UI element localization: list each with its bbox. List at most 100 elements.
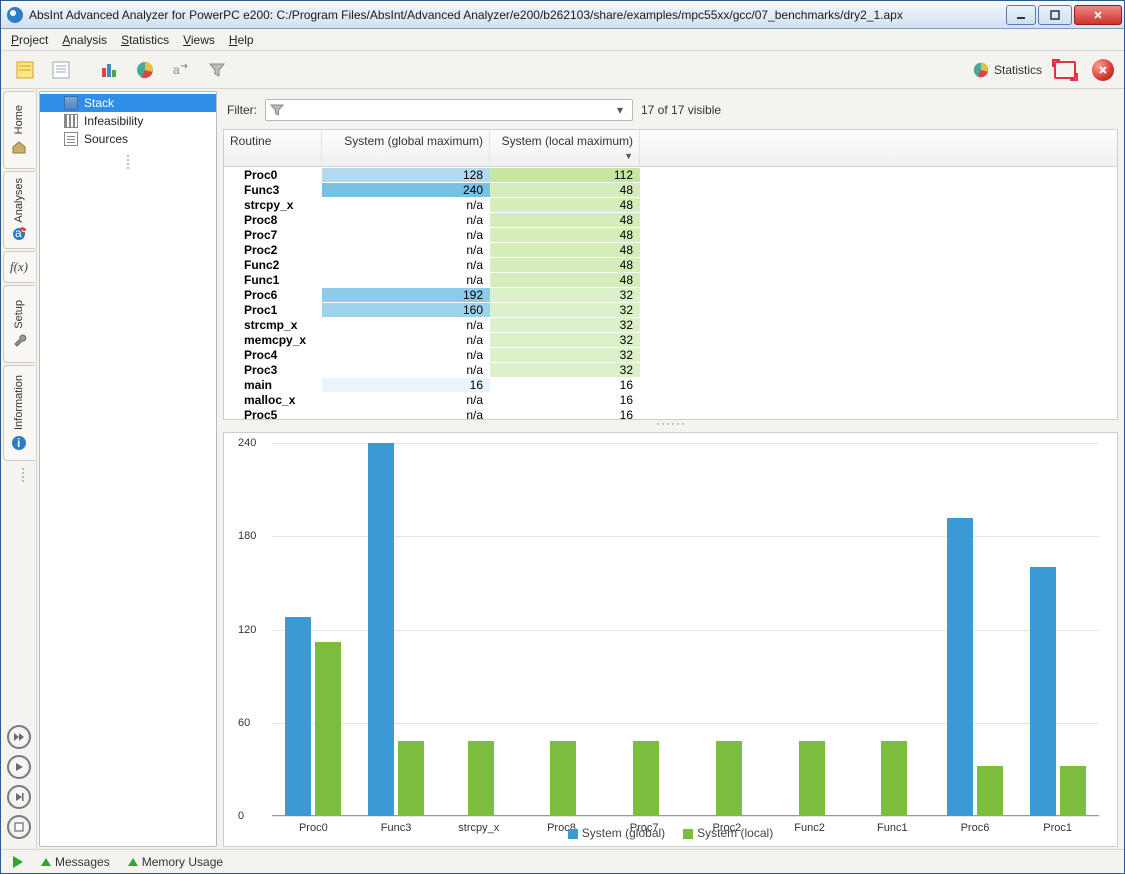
cell-routine: main — [224, 378, 322, 392]
col-sys-global[interactable]: System (global maximum) — [322, 130, 490, 166]
cell-global: 160 — [322, 303, 490, 317]
svg-text:i: i — [17, 436, 20, 450]
bar[interactable] — [947, 518, 973, 816]
bar[interactable] — [368, 443, 394, 816]
filter-dropdown-icon[interactable]: ▾ — [612, 103, 628, 117]
wrench-icon — [11, 332, 27, 348]
bar[interactable] — [977, 766, 1003, 816]
minimize-button[interactable] — [1006, 5, 1036, 25]
bar[interactable] — [1060, 766, 1086, 816]
menu-project[interactable]: Project — [11, 33, 48, 47]
bar[interactable] — [285, 617, 311, 816]
table-row[interactable]: Proc3n/a32 — [224, 362, 1117, 377]
vtab-information[interactable]: Information i — [3, 365, 35, 461]
table-row[interactable]: Func1n/a48 — [224, 272, 1117, 287]
menu-analysis[interactable]: Analysis — [62, 33, 107, 47]
bar[interactable] — [1030, 567, 1056, 816]
cell-routine: Proc8 — [224, 213, 322, 227]
tree-item-label: Infeasibility — [84, 114, 143, 128]
toolbar-statistics-label[interactable]: Statistics — [972, 61, 1042, 79]
table-row[interactable]: Proc8n/a48 — [224, 212, 1117, 227]
bar[interactable] — [468, 741, 494, 816]
toolbar-filter-icon[interactable] — [203, 56, 231, 84]
vtab-fx[interactable]: f(x) — [3, 251, 35, 283]
col-sys-local[interactable]: System (local maximum) — [490, 130, 640, 166]
run-fast-button[interactable] — [7, 725, 31, 749]
toolbar-piechart-icon[interactable] — [131, 56, 159, 84]
toolbar-export-icon[interactable]: a — [167, 56, 195, 84]
bar-group: strcpy_x — [437, 443, 520, 816]
fit-to-window-icon[interactable] — [1054, 61, 1076, 79]
bar[interactable] — [633, 741, 659, 816]
vtab-analyses[interactable]: Analyses a3 — [3, 171, 35, 249]
cell-routine: Proc3 — [224, 363, 322, 377]
menu-statistics[interactable]: Statistics — [121, 33, 169, 47]
bar[interactable] — [799, 741, 825, 816]
toolbar-btn-2[interactable] — [47, 56, 75, 84]
bar[interactable] — [550, 741, 576, 816]
cell-local: 32 — [490, 363, 640, 377]
toolbar-barchart-icon[interactable] — [95, 56, 123, 84]
table-row[interactable]: malloc_xn/a16 — [224, 392, 1117, 407]
window-titlebar[interactable]: AbsInt Advanced Analyzer for PowerPC e20… — [1, 1, 1124, 29]
cell-local: 16 — [490, 408, 640, 420]
table-row[interactable]: Proc5n/a16 — [224, 407, 1117, 419]
close-panel-button[interactable] — [1092, 59, 1114, 81]
cell-routine: Func2 — [224, 258, 322, 272]
vtab-home[interactable]: Home — [3, 91, 35, 169]
table-row[interactable]: main1616 — [224, 377, 1117, 392]
status-memory[interactable]: Memory Usage — [128, 855, 223, 869]
vtab-setup[interactable]: Setup — [3, 285, 35, 363]
triangle-icon — [41, 858, 51, 866]
table-row[interactable]: Proc7n/a48 — [224, 227, 1117, 242]
table-row[interactable]: Func324048 — [224, 182, 1117, 197]
menu-views[interactable]: Views — [183, 33, 215, 47]
cell-routine: Proc7 — [224, 228, 322, 242]
tree-item-label: Sources — [84, 132, 128, 146]
cell-global: n/a — [322, 318, 490, 332]
bar[interactable] — [881, 741, 907, 816]
tree-item-sources[interactable]: Sources — [40, 130, 216, 148]
stop-button[interactable] — [7, 815, 31, 839]
legend-swatch-local — [683, 829, 693, 839]
table-row[interactable]: Proc0128112 — [224, 167, 1117, 182]
filter-input[interactable] — [288, 103, 612, 117]
play-icon[interactable] — [13, 856, 23, 868]
cell-global: n/a — [322, 363, 490, 377]
bar[interactable] — [716, 741, 742, 816]
bar-group: Func1 — [851, 443, 934, 816]
cell-global: 240 — [322, 183, 490, 197]
filter-box[interactable]: ▾ — [265, 99, 633, 121]
cell-local: 32 — [490, 303, 640, 317]
menu-help[interactable]: Help — [229, 33, 254, 47]
tree-item-stack[interactable]: Stack — [40, 94, 216, 112]
tree-item-infeasibility[interactable]: Infeasibility — [40, 112, 216, 130]
cell-routine: Proc0 — [224, 168, 322, 182]
table-row[interactable]: memcpy_xn/a32 — [224, 332, 1117, 347]
close-button[interactable] — [1074, 5, 1122, 25]
cell-local: 48 — [490, 213, 640, 227]
cell-routine: Func3 — [224, 183, 322, 197]
maximize-button[interactable] — [1038, 5, 1072, 25]
step-button[interactable] — [7, 785, 31, 809]
results-table[interactable]: Routine System (global maximum) System (… — [223, 129, 1118, 420]
bar[interactable] — [398, 741, 424, 816]
y-tick-label: 60 — [238, 717, 250, 729]
run-button[interactable] — [7, 755, 31, 779]
cell-global: 192 — [322, 288, 490, 302]
bar[interactable] — [315, 642, 341, 816]
col-routine[interactable]: Routine — [224, 130, 322, 166]
table-row[interactable]: strcmp_xn/a32 — [224, 317, 1117, 332]
table-row[interactable]: Func2n/a48 — [224, 257, 1117, 272]
table-row[interactable]: Proc2n/a48 — [224, 242, 1117, 257]
cell-routine: Proc6 — [224, 288, 322, 302]
cell-local: 32 — [490, 318, 640, 332]
bar-group: Func2 — [768, 443, 851, 816]
toolbar-btn-1[interactable] — [11, 56, 39, 84]
status-messages[interactable]: Messages — [41, 855, 110, 869]
table-row[interactable]: Proc619232 — [224, 287, 1117, 302]
table-row[interactable]: Proc116032 — [224, 302, 1117, 317]
cell-global: n/a — [322, 348, 490, 362]
table-row[interactable]: strcpy_xn/a48 — [224, 197, 1117, 212]
table-row[interactable]: Proc4n/a32 — [224, 347, 1117, 362]
